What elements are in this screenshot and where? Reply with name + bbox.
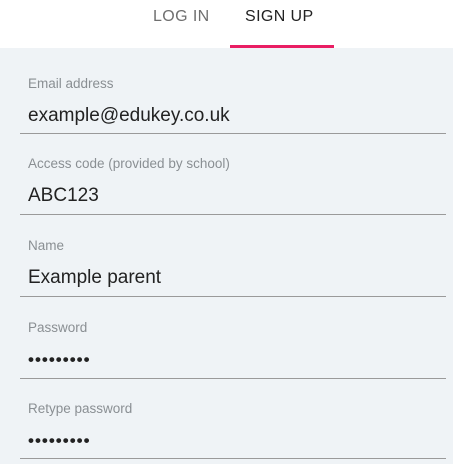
password-label: Password bbox=[28, 320, 88, 335]
auth-tabs: LOG IN SIGN UP bbox=[0, 0, 453, 48]
access-code-field[interactable] bbox=[28, 182, 438, 210]
email-label: Email address bbox=[28, 76, 114, 91]
retype-password-label: Retype password bbox=[28, 401, 133, 416]
access-code-label: Access code (provided by school) bbox=[28, 156, 230, 171]
email-field[interactable] bbox=[28, 102, 438, 130]
email-underline bbox=[20, 133, 446, 134]
name-label: Name bbox=[28, 238, 65, 253]
retype-password-underline bbox=[20, 458, 446, 459]
access-code-underline bbox=[20, 214, 446, 215]
tab-sign-up[interactable]: SIGN UP bbox=[245, 8, 314, 26]
name-underline bbox=[20, 296, 446, 297]
password-underline bbox=[20, 378, 446, 379]
name-field[interactable] bbox=[28, 264, 438, 292]
retype-password-field[interactable] bbox=[28, 427, 438, 455]
tab-log-in[interactable]: LOG IN bbox=[153, 8, 210, 26]
sign-up-form: Email address Access code (provided by s… bbox=[0, 48, 453, 464]
password-field[interactable] bbox=[28, 346, 438, 374]
